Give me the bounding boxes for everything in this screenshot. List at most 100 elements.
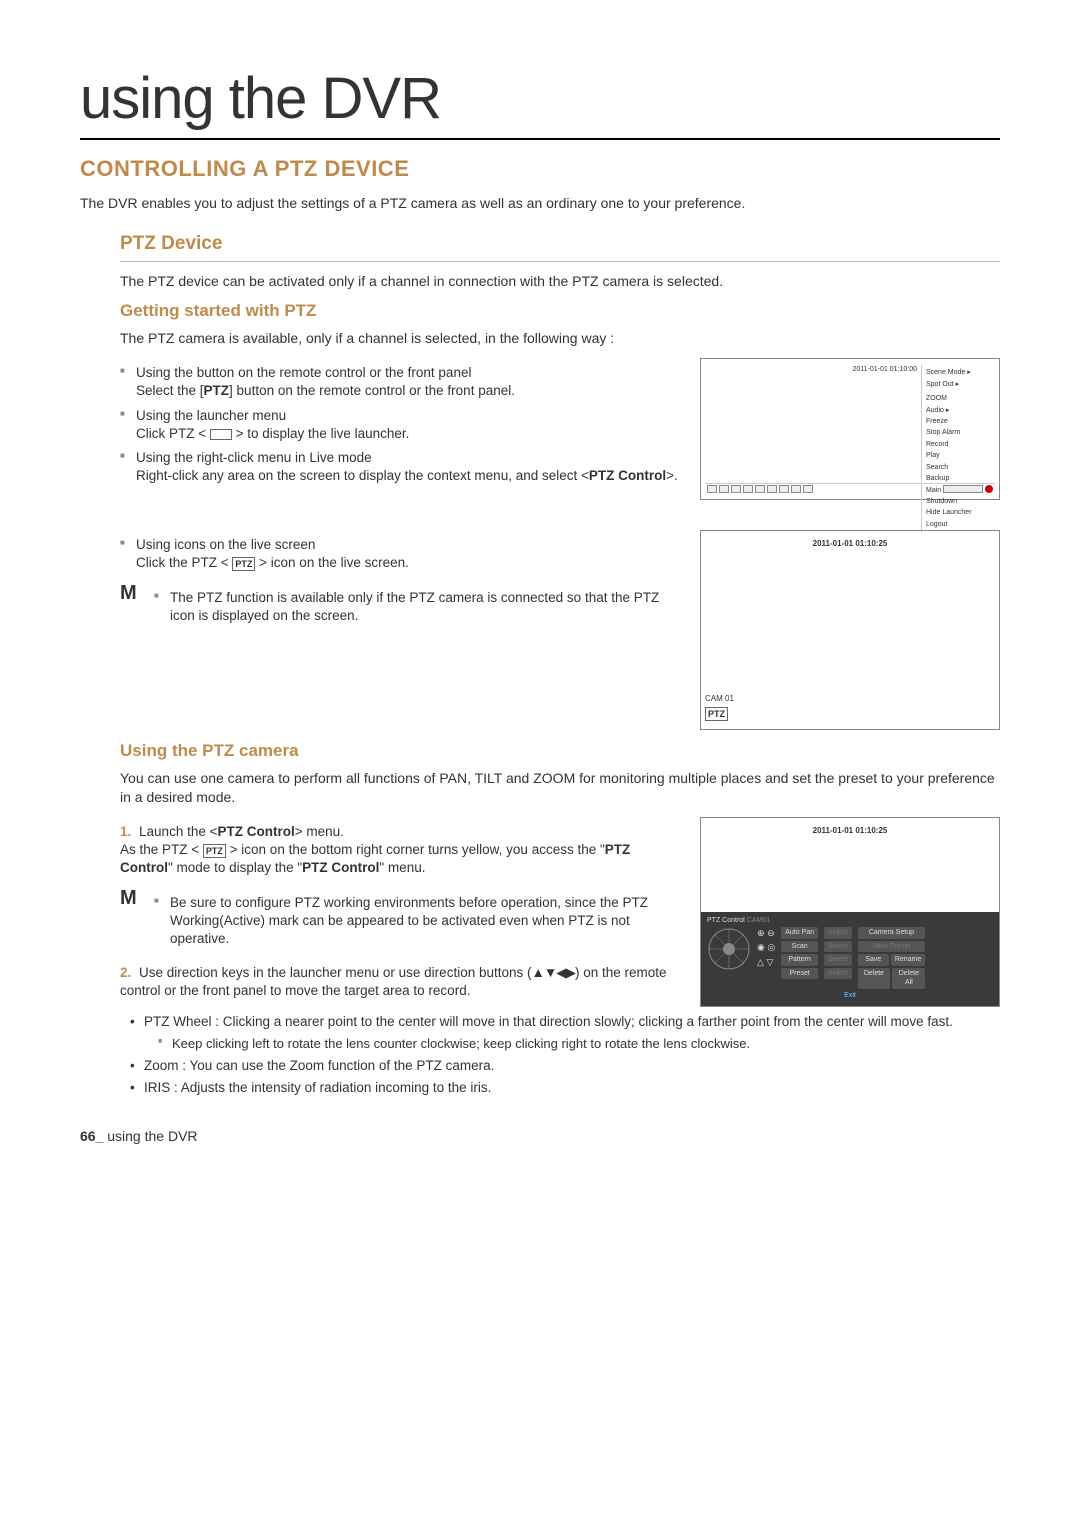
scan-button[interactable]: Scan <box>781 941 818 952</box>
page-number: 66_ <box>80 1128 103 1144</box>
step-1: 1. Launch the <PTZ Control> menu. As the… <box>120 823 680 878</box>
menu-item[interactable]: Backup <box>926 473 977 484</box>
text: > icon on the live screen. <box>255 555 408 570</box>
text: Right-click any area on the screen to di… <box>136 468 589 483</box>
zoom-out-icon[interactable]: ⊖ <box>767 928 775 938</box>
select-button[interactable]: Select <box>824 941 851 952</box>
sub-heading-ptz-device: PTZ Device <box>120 231 1000 262</box>
ptz-control-panel: PTZ Control CAM01 <box>701 912 999 1006</box>
iris-open-icon[interactable]: ◉ <box>757 942 765 952</box>
select-button[interactable]: Select <box>824 954 851 965</box>
select-button[interactable]: Select <box>824 968 851 979</box>
step-number: 1. <box>120 824 131 839</box>
ptz-sub-icons: ⊕ ⊖ ◉ ◎ △ ▽ <box>757 927 775 967</box>
menu-item[interactable]: Search <box>926 462 977 473</box>
sub-intro-ptz-device: The PTZ device can be activated only if … <box>120 272 1000 291</box>
ptz-icon: PTZ <box>203 844 226 858</box>
iris-close-icon[interactable]: ◎ <box>767 942 775 952</box>
grid-icon[interactable] <box>731 485 741 493</box>
delete-all-button[interactable]: Delete All <box>892 968 925 989</box>
zoom-in-icon[interactable]: ⊕ <box>757 928 765 938</box>
menu-item[interactable]: ZOOM <box>926 393 977 404</box>
pattern-button[interactable]: Pattern <box>781 954 818 965</box>
grid-icon[interactable] <box>755 485 765 493</box>
note-text: The PTZ function is available only if th… <box>154 589 680 625</box>
auto-pan-button[interactable]: Auto Pan <box>781 927 818 938</box>
delete-button[interactable]: Delete <box>858 968 891 989</box>
select-button[interactable]: Select <box>824 927 851 938</box>
ptz-control-label: PTZ Control <box>302 860 379 875</box>
grid-icon[interactable] <box>719 485 729 493</box>
bullet-iris: IRIS : Adjusts the intensity of radiatio… <box>130 1079 1000 1097</box>
ptz-mode-buttons: Auto Pan Scan Pattern Preset <box>781 927 818 979</box>
rename-button[interactable]: Rename <box>891 954 925 965</box>
menu-item[interactable]: Play <box>926 450 977 461</box>
grid-icon[interactable] <box>767 485 777 493</box>
ptz-icon: PTZ <box>232 557 255 571</box>
save-preset-button[interactable]: Save Preset <box>858 941 926 952</box>
menu-item[interactable]: Scene Mode ▸ <box>926 367 977 378</box>
menu-item[interactable]: Spot Out ▸ <box>926 379 977 390</box>
text: > to display the live launcher. <box>232 426 409 441</box>
bullet-rightclick-menu: Using the right-click menu in Live mode … <box>120 449 680 485</box>
text: ] button on the remote control or the fr… <box>229 383 515 398</box>
record-icon[interactable] <box>985 485 993 493</box>
step-2: 2. Use direction keys in the launcher me… <box>120 964 680 1000</box>
preset-button[interactable]: Preset <box>781 968 818 979</box>
panel-title-text: PTZ Control <box>707 917 745 924</box>
bullets-group-1: Using the button on the remote control o… <box>120 364 680 485</box>
slider[interactable] <box>943 485 983 493</box>
text: As the PTZ < <box>120 842 203 857</box>
ptz-select-buttons: Select Select Select Select <box>824 927 851 979</box>
note-mark-icon: M <box>120 888 142 955</box>
ptz-control-label: PTZ Control <box>217 824 294 839</box>
bullet-keep-clicking: Keep clicking left to rotate the lens co… <box>158 1035 1000 1053</box>
page-footer: 66_ using the DVR <box>80 1127 1000 1146</box>
steps-list: 1. Launch the <PTZ Control> menu. As the… <box>120 823 680 878</box>
focus-near-icon[interactable]: △ <box>757 957 764 967</box>
step-number: 2. <box>120 965 131 980</box>
footer-text: using the DVR <box>103 1128 197 1144</box>
figure-ptz-control-panel: 2011-01-01 01:10:25 PTZ Control CAM01 <box>700 817 1000 1007</box>
menu-item[interactable]: Logout <box>926 519 977 530</box>
grid-icon[interactable] <box>803 485 813 493</box>
bullet-remote-button: Using the button on the remote control o… <box>120 364 680 400</box>
text: > icon on the bottom right corner turns … <box>226 842 605 857</box>
text: Click the PTZ < <box>136 555 232 570</box>
menu-item[interactable]: Audio ▸ <box>926 405 977 416</box>
getting-started-intro: The PTZ camera is available, only if a c… <box>120 329 1000 348</box>
fig2-timestamp: 2011-01-01 01:10:25 <box>701 539 999 550</box>
menu-item[interactable]: Stop Alarm <box>926 427 977 438</box>
bullet-launcher-menu: Using the launcher menu Click PTZ < > to… <box>120 407 680 443</box>
note-ptz-function: M The PTZ function is available only if … <box>120 583 680 631</box>
menu-item[interactable]: Shutdown <box>926 496 977 507</box>
text: >. <box>666 468 678 483</box>
direction-icons: ▲▼◀▶ <box>532 965 576 980</box>
launcher-icon <box>210 429 232 440</box>
text: " menu. <box>379 860 425 875</box>
grid-icon[interactable] <box>779 485 789 493</box>
note-configure-ptz: M Be sure to configure PTZ working envir… <box>120 888 680 955</box>
bullet-title: Using the right-click menu in Live mode <box>136 450 372 465</box>
fig2-camera-label: CAM 01 PTZ <box>705 694 734 721</box>
save-button[interactable]: Save <box>858 954 889 965</box>
ptz-icon[interactable]: PTZ <box>705 707 728 721</box>
ptz-wheel[interactable] <box>707 927 751 971</box>
menu-item[interactable]: Record <box>926 439 977 450</box>
fig1-timestamp: 2011-01-01 01:10:00 <box>853 365 917 374</box>
grid-icon[interactable] <box>743 485 753 493</box>
bullet-title: Using the launcher menu <box>136 408 286 423</box>
text: " mode to display the " <box>168 860 302 875</box>
intro-text: The DVR enables you to adjust the settin… <box>80 194 1000 213</box>
menu-item[interactable]: Hide Launcher <box>926 507 977 518</box>
fig1-context-menu: Scene Mode ▸ Spot Out ▸ ZOOM Audio ▸ Fre… <box>921 365 981 532</box>
note-mark-icon: M <box>120 583 142 631</box>
focus-far-icon[interactable]: ▽ <box>766 957 773 967</box>
grid-icon[interactable] <box>791 485 801 493</box>
menu-item[interactable]: Freeze <box>926 416 977 427</box>
camera-setup-button[interactable]: Camera Setup <box>858 927 926 938</box>
bullet-title: Using icons on the live screen <box>136 537 315 552</box>
bullet-live-screen-icons: Using icons on the live screen Click the… <box>120 536 680 572</box>
grid-icon[interactable] <box>707 485 717 493</box>
exit-link[interactable]: Exit <box>707 991 993 1000</box>
